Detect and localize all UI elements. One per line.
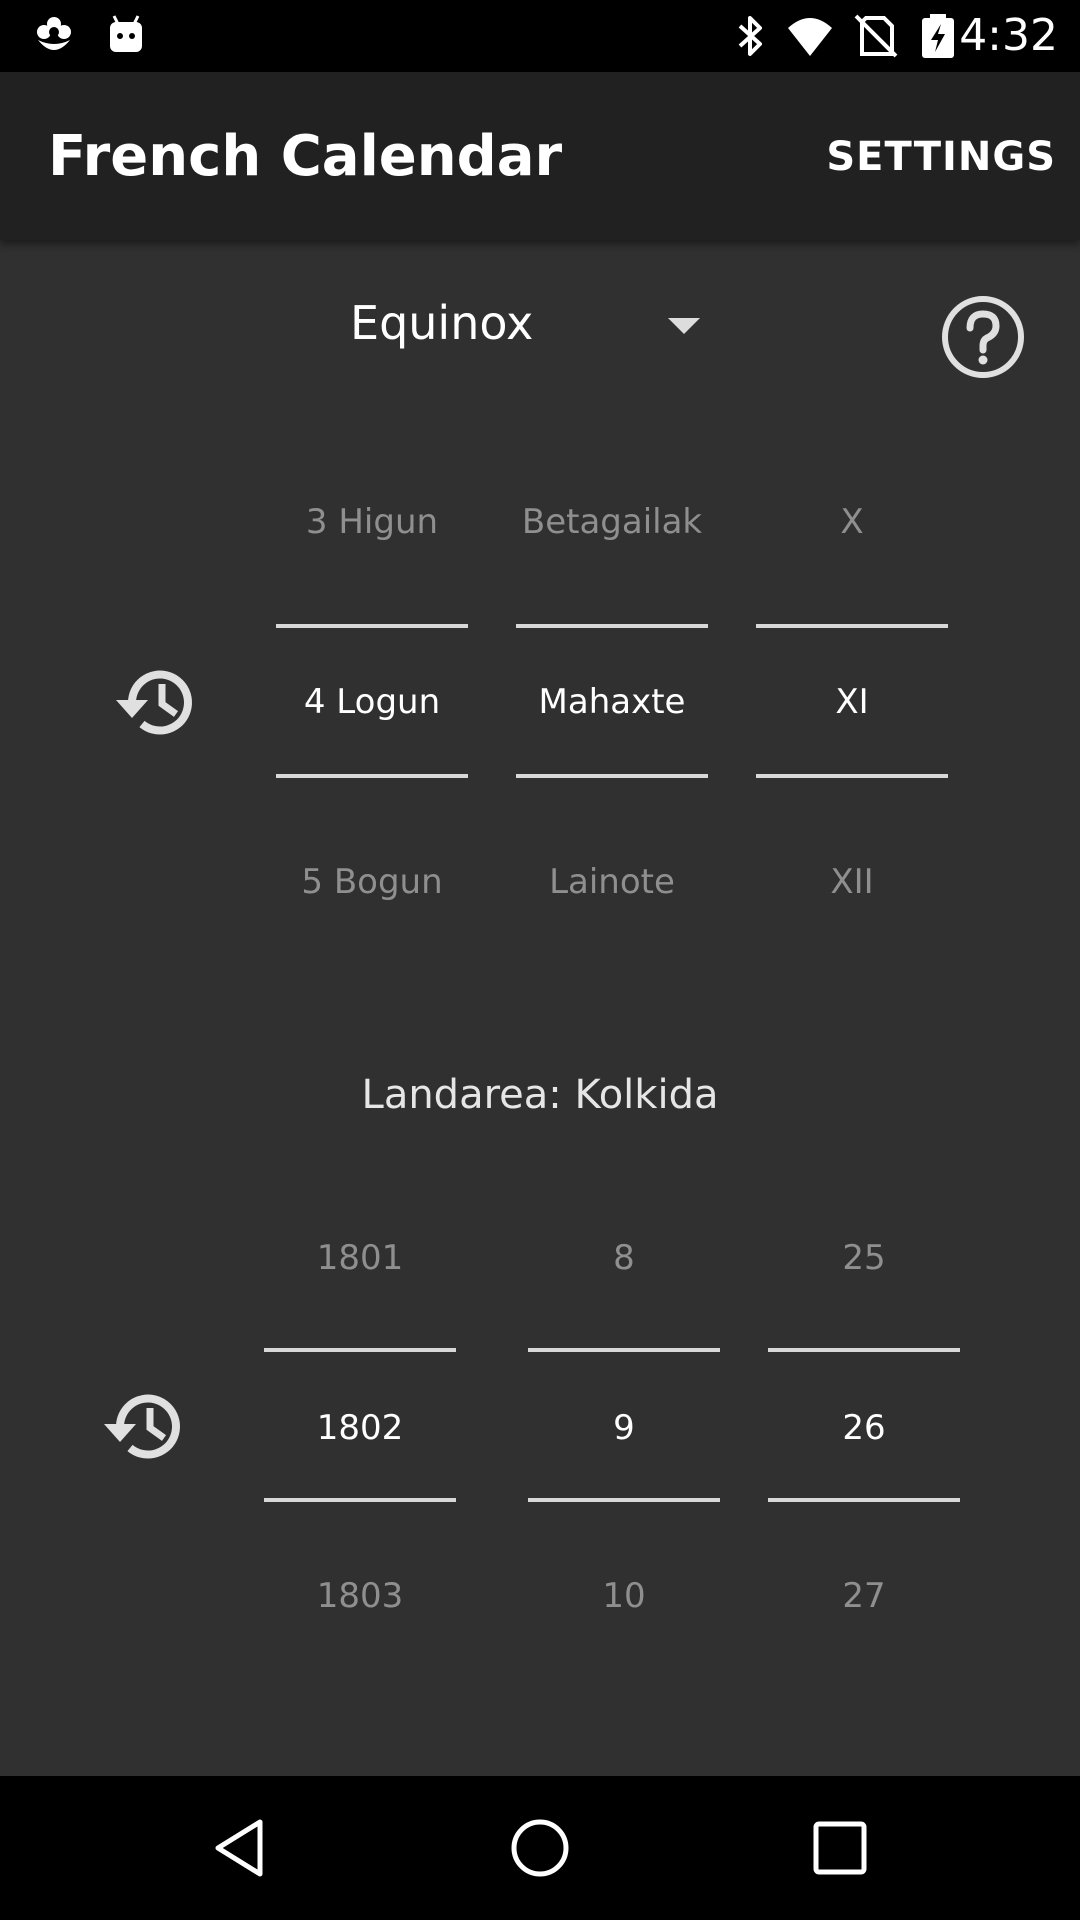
picker-divider xyxy=(516,774,708,778)
wifi-icon xyxy=(788,18,832,56)
help-circle-icon[interactable] xyxy=(940,294,1026,380)
picker-next-value[interactable]: 10 xyxy=(528,1576,720,1616)
history-icon[interactable] xyxy=(110,656,202,748)
picker-divider xyxy=(528,1348,720,1352)
picker-divider xyxy=(516,624,708,628)
battery-charging-icon xyxy=(922,14,954,58)
picker-current-value[interactable]: 1802 xyxy=(264,1408,456,1448)
mode-dropdown-value: Equinox xyxy=(350,296,534,350)
picker-prev-value[interactable]: 8 xyxy=(528,1238,720,1278)
picker-prev-value[interactable]: 3 Higun xyxy=(276,502,468,542)
picker-next-value[interactable]: 1803 xyxy=(264,1576,456,1616)
picker-divider xyxy=(276,774,468,778)
bluetooth-icon xyxy=(738,16,762,56)
picker-current-value[interactable]: 9 xyxy=(528,1408,720,1448)
picker-divider xyxy=(528,1498,720,1502)
picker-current-value[interactable]: Mahaxte xyxy=(516,682,708,722)
no-sim-icon xyxy=(854,14,898,58)
picker-current-value[interactable]: 26 xyxy=(768,1408,960,1448)
navigation-bar xyxy=(0,1776,1080,1920)
back-icon[interactable] xyxy=(208,1816,272,1880)
picker-divider xyxy=(264,1498,456,1502)
android-notification-icon xyxy=(110,15,142,52)
picker-divider xyxy=(276,624,468,628)
picker-prev-value[interactable]: Betagailak xyxy=(516,502,708,542)
clock-time: 4:32 xyxy=(959,10,1058,61)
picker-current-value[interactable]: 4 Logun xyxy=(276,682,468,722)
settings-button[interactable]: SETTINGS xyxy=(826,134,1056,180)
picker-prev-value[interactable]: 25 xyxy=(768,1238,960,1278)
mode-dropdown[interactable]: Equinox xyxy=(300,288,720,364)
app-bar: French Calendar SETTINGS xyxy=(0,72,1080,240)
picker-divider xyxy=(756,624,948,628)
flower-notification-icon xyxy=(37,17,71,50)
picker-next-value[interactable]: 5 Bogun xyxy=(276,862,468,902)
picker-divider xyxy=(768,1498,960,1502)
picker-divider xyxy=(768,1348,960,1352)
picker-prev-value[interactable]: 1801 xyxy=(264,1238,456,1278)
picker-prev-value[interactable]: X xyxy=(756,502,948,542)
picker-divider xyxy=(756,774,948,778)
history-icon[interactable] xyxy=(98,1380,190,1472)
status-bar: 4:32 xyxy=(0,0,1080,72)
landarea-label: Landarea: Kolkida xyxy=(361,1072,719,1118)
picker-divider xyxy=(264,1348,456,1352)
recents-icon[interactable] xyxy=(808,1816,872,1880)
home-icon[interactable] xyxy=(508,1816,572,1880)
picker-next-value[interactable]: XII xyxy=(756,862,948,902)
dropdown-arrow-icon xyxy=(668,318,700,334)
picker-current-value[interactable]: XI xyxy=(756,682,948,722)
picker-next-value[interactable]: Lainote xyxy=(516,862,708,902)
app-title: French Calendar xyxy=(48,124,563,189)
picker-next-value[interactable]: 27 xyxy=(768,1576,960,1616)
